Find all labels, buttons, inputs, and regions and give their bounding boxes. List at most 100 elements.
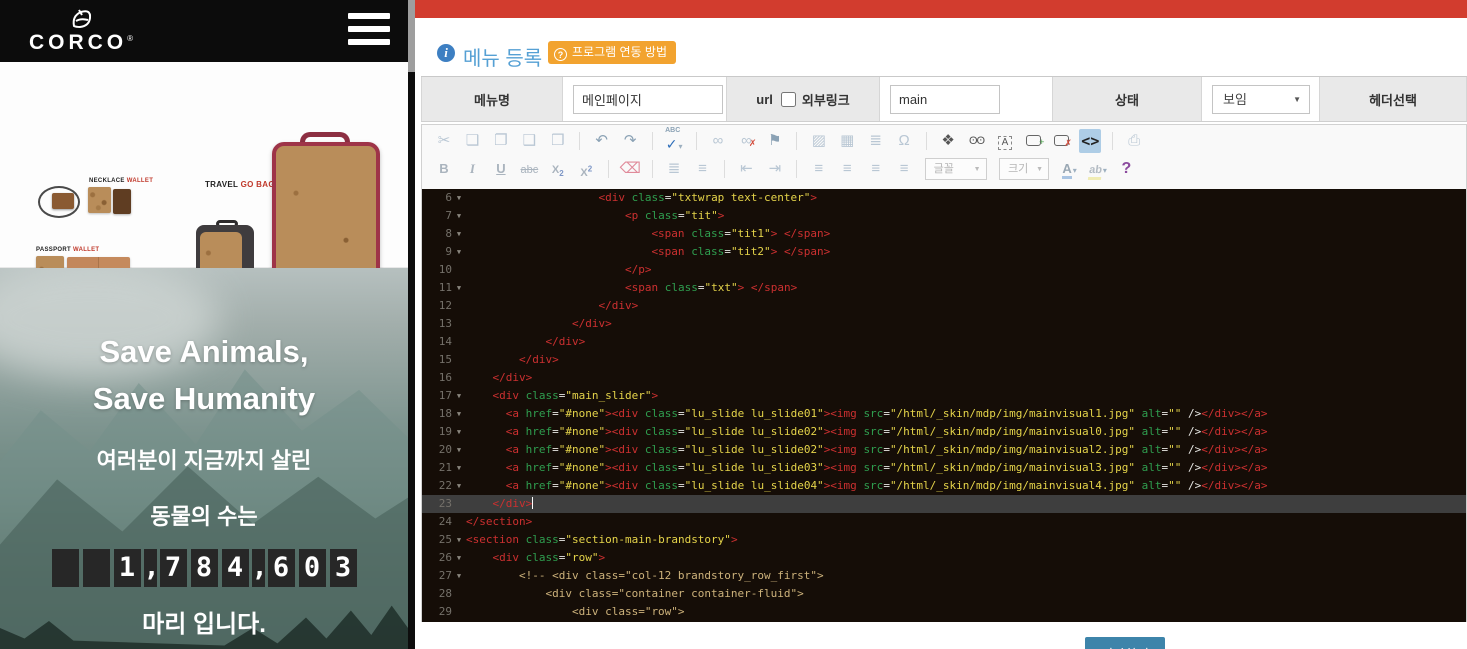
undo-button[interactable]: ↶ — [591, 129, 613, 153]
copy-button[interactable]: ❏ — [461, 129, 483, 153]
hamburger-menu-icon[interactable] — [348, 13, 390, 49]
special-char-button[interactable]: Ω — [893, 129, 915, 153]
spellcheck-button[interactable]: ABC✓▾ — [663, 129, 685, 153]
code-line-9[interactable]: 9▼ <span class="tit2"> </span> — [422, 243, 1466, 261]
animal-counter: 1,784,603 — [0, 549, 408, 587]
url-input[interactable] — [890, 85, 1000, 114]
source-button[interactable]: <> — [1079, 129, 1101, 153]
code-line-22[interactable]: 22▼ <a href="#none"><div class="lu_slide… — [422, 477, 1466, 495]
hero-caption: 마리 입니다. — [0, 604, 408, 639]
font-combo[interactable]: 글꼴▼ — [925, 158, 987, 180]
paste-text-button[interactable]: ❑ — [518, 129, 540, 153]
code-line-7[interactable]: 7▼ <p class="tit"> — [422, 207, 1466, 225]
help-button[interactable]: ? — [1115, 157, 1137, 181]
code-line-23[interactable]: 23 </div> — [422, 495, 1466, 513]
save-button[interactable]: 저장하기 — [1085, 637, 1165, 649]
code-line-15[interactable]: 15 </div> — [422, 351, 1466, 369]
italic-button[interactable]: I — [461, 157, 483, 181]
counter-digit: 8 — [191, 549, 218, 587]
unlink-button[interactable]: ∞✗ — [735, 129, 757, 153]
external-link-checkbox[interactable] — [781, 92, 796, 107]
remove-format-button[interactable]: ⌫ — [619, 157, 641, 181]
align-justify-button[interactable]: ≡ — [893, 157, 915, 181]
strikethrough-button[interactable]: abc — [518, 157, 540, 181]
print-button[interactable]: ⎙ — [1123, 129, 1145, 153]
code-line-18[interactable]: 18▼ <a href="#none"><div class="lu_slide… — [422, 405, 1466, 423]
code-line-14[interactable]: 14 </div> — [422, 333, 1466, 351]
code-line-12[interactable]: 12 </div> — [422, 297, 1466, 315]
image-button[interactable]: ▨ — [808, 129, 830, 153]
numbered-list-button[interactable]: ≣ — [663, 157, 685, 181]
chevron-down-icon: ▾ — [1073, 166, 1077, 175]
bulleted-list-icon: ≡ — [698, 160, 707, 177]
subscript-icon: X2 — [552, 164, 564, 176]
horizontal-line-button[interactable]: ≣ — [865, 129, 887, 153]
unlink-x-icon: ✗ — [749, 131, 757, 155]
binoculars-icon: ʘʘ — [969, 135, 984, 147]
outdent-button[interactable]: ⇤ — [735, 157, 757, 181]
align-left-button[interactable]: ≡ — [808, 157, 830, 181]
counter-digit: 3 — [330, 549, 357, 587]
select-all-button[interactable]: A — [994, 129, 1016, 153]
bulleted-list-button[interactable]: ≡ — [692, 157, 714, 181]
redo-button[interactable]: ↷ — [619, 129, 641, 153]
code-line-29[interactable]: 29 <div class="row"> — [422, 603, 1466, 621]
size-combo[interactable]: 크기▼ — [999, 158, 1049, 180]
site-preview-pane: CORCO® NECKLACE WALLET PASSPORT WALLET T… — [0, 0, 408, 649]
text-color-button[interactable]: A▾ — [1059, 157, 1081, 181]
bold-button[interactable]: B — [433, 157, 455, 181]
chevron-down-icon: ▼ — [974, 160, 981, 180]
paste-button[interactable]: ❐ — [490, 129, 512, 153]
superscript-button[interactable]: X2 — [575, 157, 597, 181]
underline-button[interactable]: U — [490, 157, 512, 181]
anchor-button[interactable]: ⚑ — [764, 129, 786, 153]
code-line-8[interactable]: 8▼ <span class="tit1"> </span> — [422, 225, 1466, 243]
necklace-pouch-image — [52, 193, 74, 209]
find-button[interactable]: ʘʘ — [966, 129, 988, 153]
code-line-13[interactable]: 13 </div> — [422, 315, 1466, 333]
maximize-button[interactable]: ❖ — [937, 129, 959, 153]
subscript-button[interactable]: X2 — [547, 157, 569, 181]
program-link-help-button[interactable]: ?프로그램 연동 방법 — [548, 41, 676, 64]
site-logo[interactable]: CORCO® — [26, 8, 136, 54]
code-line-27[interactable]: 27▼ <!-- <div class="col-12 brandstory_r… — [422, 567, 1466, 585]
highlight-color-button[interactable]: ab▾ — [1087, 157, 1109, 181]
source-code-area[interactable]: 6▼ <div class="txtwrap text-center">7▼ <… — [422, 189, 1466, 622]
align-center-button[interactable]: ≡ — [836, 157, 858, 181]
page-title: 메뉴 등록 — [463, 42, 542, 71]
code-line-19[interactable]: 19▼ <a href="#none"><div class="lu_slide… — [422, 423, 1466, 441]
external-link-label: 외부링크 — [802, 90, 850, 109]
indent-button[interactable]: ⇥ — [764, 157, 786, 181]
code-line-26[interactable]: 26▼ <div class="row"> — [422, 549, 1466, 567]
flag-icon: ⚑ — [768, 132, 781, 149]
source-icon: <> — [1081, 132, 1099, 150]
code-line-11[interactable]: 11▼ <span class="txt"> </span> — [422, 279, 1466, 297]
code-line-16[interactable]: 16 </div> — [422, 369, 1466, 387]
paste-word-button[interactable]: ❒ — [547, 129, 569, 153]
menu-name-input[interactable] — [573, 85, 723, 114]
code-line-6[interactable]: 6▼ <div class="txtwrap text-center"> — [422, 189, 1466, 207]
paste-text-icon: ❑ — [523, 132, 536, 149]
code-line-10[interactable]: 10 </p> — [422, 261, 1466, 279]
code-line-25[interactable]: 25▼<section class="section-main-brandsto… — [422, 531, 1466, 549]
link-button[interactable]: ∞ — [707, 129, 729, 153]
link-icon: ∞ — [713, 132, 724, 149]
cut-button[interactable]: ✂ — [433, 129, 455, 153]
comment-remove-button[interactable]: ✗ — [1051, 129, 1073, 153]
chevron-down-icon: ▼ — [1036, 160, 1043, 180]
code-line-30[interactable]: 30 <div class="col-12 col-lg-6 brandstor… — [422, 621, 1466, 622]
code-line-21[interactable]: 21▼ <a href="#none"><div class="lu_slide… — [422, 459, 1466, 477]
code-line-28[interactable]: 28 <div class="container container-fluid… — [422, 585, 1466, 603]
preview-scrollbar-thumb[interactable] — [408, 0, 415, 72]
status-select[interactable]: 보임▼ — [1212, 85, 1310, 114]
code-line-24[interactable]: 24</section> — [422, 513, 1466, 531]
code-line-20[interactable]: 20▼ <a href="#none"><div class="lu_slide… — [422, 441, 1466, 459]
align-right-button[interactable]: ≡ — [865, 157, 887, 181]
code-line-17[interactable]: 17▼ <div class="main_slider"> — [422, 387, 1466, 405]
comment-add-button[interactable]: + — [1022, 129, 1044, 153]
cut-icon: ✂ — [438, 132, 451, 149]
preview-scrollbar[interactable] — [408, 0, 415, 649]
indent-icon: ⇥ — [769, 160, 782, 177]
hero-subtitle-2: 동물의 수는 — [0, 499, 408, 531]
table-button[interactable]: ▦ — [836, 129, 858, 153]
